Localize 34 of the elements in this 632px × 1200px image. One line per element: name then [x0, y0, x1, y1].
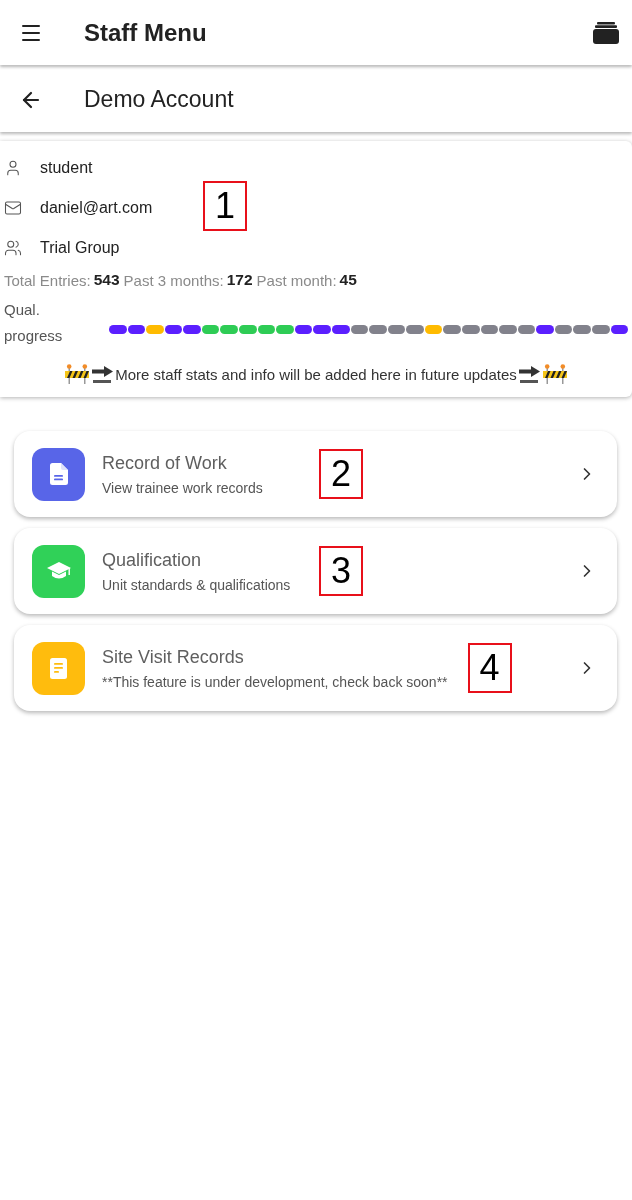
annotation-marker: 4: [467, 643, 512, 693]
app-title: Staff Menu: [84, 18, 207, 47]
construction-barrier-icon: [541, 364, 568, 384]
menu-card[interactable]: Site Visit Records **This feature is under development, check back soon** 4: [14, 625, 617, 711]
menu-card[interactable]: Qualification Unit standards & qualifications 3: [14, 528, 617, 614]
right-arrow-icon: [518, 364, 540, 384]
annotation-marker: 3: [319, 546, 363, 596]
profile-detail: student: [40, 159, 93, 177]
stat-value: 543: [93, 271, 120, 289]
person-icon: [4, 159, 22, 177]
profile-detail: daniel@art.com: [40, 199, 153, 217]
menu-card[interactable]: Record of Work View trainee work records 2: [14, 431, 617, 517]
notice-text: More staff stats and info will be added here in future updates: [115, 365, 517, 383]
card-title: Site Visit Records: [102, 646, 245, 668]
annotation-marker: 2: [319, 449, 363, 499]
envelope-icon: [4, 199, 22, 217]
card-subtitle: View trainee work records: [102, 479, 264, 496]
stat-label: Total Entries:: [4, 271, 91, 289]
page-title: Demo Account: [84, 86, 234, 113]
stat-label: Past 3 months:: [123, 271, 224, 289]
stat-value: 45: [339, 271, 357, 289]
construction-barrier-icon: [64, 364, 91, 384]
profile-detail: Trial Group: [40, 239, 120, 257]
stat-value: 172: [226, 271, 253, 289]
stat-label: Past month:: [256, 271, 337, 289]
card-subtitle: **This feature is under development, check back soon**: [102, 673, 448, 690]
people-icon: [4, 239, 22, 257]
card-subtitle: Unit standards & qualifications: [102, 576, 292, 593]
card-title: Qualification: [102, 549, 203, 571]
stack-icon[interactable]: [593, 21, 619, 44]
progress-label: Qual. progress: [4, 300, 64, 346]
annotation-marker: 1: [203, 181, 247, 231]
right-arrow-icon: [92, 364, 114, 384]
card-title: Record of Work: [102, 452, 228, 474]
